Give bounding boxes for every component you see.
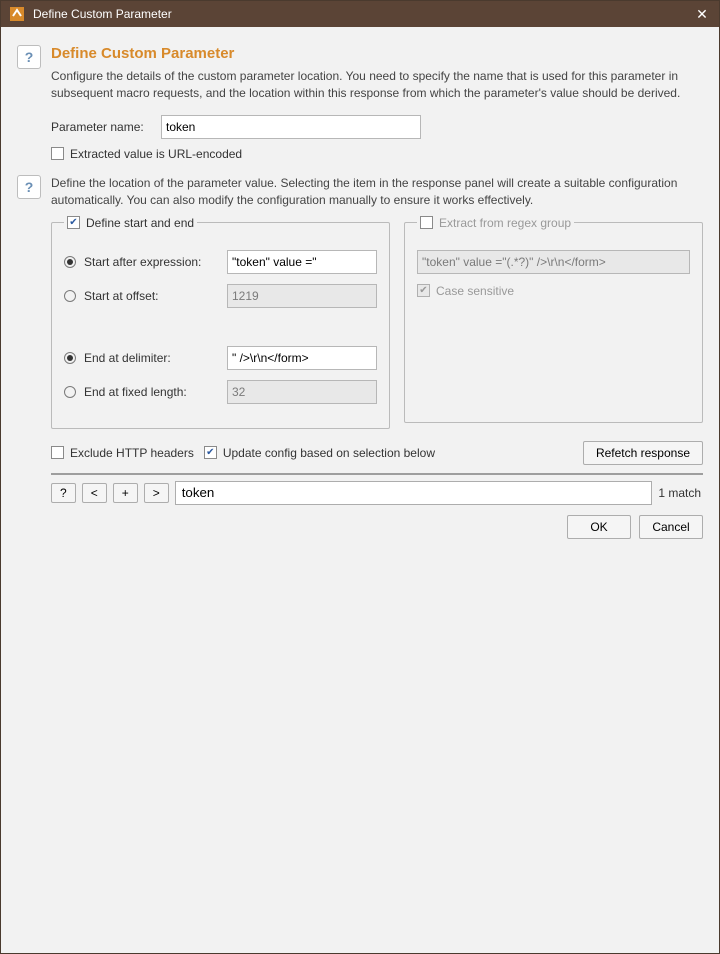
define-custom-parameter-window: Define Custom Parameter ✕ ? Define Custo… [0,0,720,954]
update-config-label: Update config based on selection below [223,446,435,460]
regex-input[interactable] [417,250,690,274]
url-encoded-label: Extracted value is URL-encoded [70,147,242,161]
url-encoded-checkbox[interactable] [51,147,64,160]
end-at-delimiter-radio[interactable] [64,352,76,364]
section-title: Define Custom Parameter [51,45,703,62]
close-icon[interactable]: ✕ [693,6,711,23]
start-at-offset-radio[interactable] [64,290,76,302]
help-icon[interactable]: ? [17,45,41,69]
refetch-response-button[interactable]: Refetch response [583,441,703,465]
window-title: Define Custom Parameter [33,7,693,21]
case-sensitive-label: Case sensitive [436,284,514,298]
exclude-http-headers-checkbox[interactable] [51,446,64,459]
start-after-expression-radio[interactable] [64,256,76,268]
param-name-label: Parameter name: [51,120,161,134]
define-start-end-checkbox[interactable] [67,216,80,229]
search-help-button[interactable]: ? [51,483,76,503]
content-area: ? Define Custom Parameter Configure the … [1,27,719,953]
extract-regex-checkbox[interactable] [420,216,433,229]
cancel-button[interactable]: Cancel [639,515,703,539]
response-panel[interactable]: <title>暴力破解测试页面</title> <link rel="style… [51,473,703,475]
location-desc: Define the location of the parameter val… [51,175,703,210]
app-icon [9,6,25,22]
extract-regex-fieldset: Extract from regex group Case sensitive [404,216,703,423]
titlebar[interactable]: Define Custom Parameter ✕ [1,1,719,27]
help-icon[interactable]: ? [17,175,41,199]
search-add-button[interactable]: + [113,483,138,503]
param-name-input[interactable] [161,115,421,139]
case-sensitive-checkbox[interactable] [417,284,430,297]
update-config-checkbox[interactable] [204,446,217,459]
end-at-fixed-length-label: End at fixed length: [84,385,219,399]
match-count: 1 match [658,486,703,500]
start-at-offset-input[interactable] [227,284,377,308]
start-at-offset-label: Start at offset: [84,289,219,303]
search-input[interactable] [175,481,653,505]
define-start-end-fieldset: Define start and end Start after express… [51,216,390,429]
exclude-http-headers-label: Exclude HTTP headers [70,446,194,460]
end-at-delimiter-label: End at delimiter: [84,351,219,365]
search-prev-button[interactable]: < [82,483,107,503]
define-start-end-legend: Define start and end [86,216,194,230]
section-desc: Configure the details of the custom para… [51,68,703,103]
end-at-fixed-length-input[interactable] [227,380,377,404]
ok-button[interactable]: OK [567,515,631,539]
start-after-expression-input[interactable] [227,250,377,274]
extract-regex-legend: Extract from regex group [439,216,571,230]
end-at-delimiter-input[interactable] [227,346,377,370]
response-content[interactable]: <title>暴力破解测试页面</title> <link rel="style… [52,474,702,475]
search-next-button[interactable]: > [144,483,169,503]
end-at-fixed-length-radio[interactable] [64,386,76,398]
start-after-expression-label: Start after expression: [84,255,219,269]
